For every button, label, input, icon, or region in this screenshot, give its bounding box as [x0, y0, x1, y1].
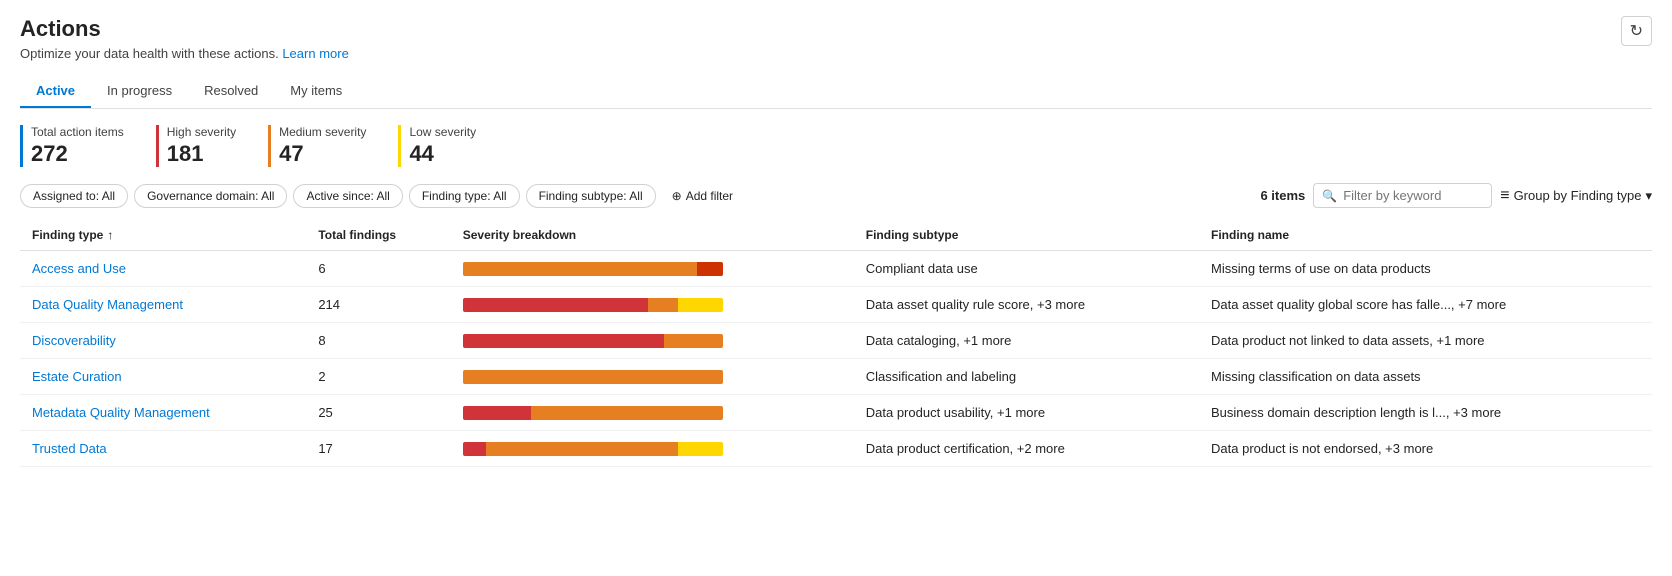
severity-breakdown-cell	[451, 431, 854, 467]
stat-high: High severity 181	[156, 125, 236, 167]
refresh-icon: ↻	[1630, 23, 1643, 40]
total-findings-cell: 8	[306, 323, 450, 359]
total-findings-cell: 214	[306, 287, 450, 323]
chevron-down-icon: ▾	[1645, 188, 1652, 204]
stat-high-label: High severity	[167, 125, 236, 139]
finding-subtype-cell: Data asset quality rule score, +3 more	[854, 287, 1199, 323]
severity-breakdown-cell	[451, 287, 854, 323]
table-row: Estate Curation2 Classification and label…	[20, 359, 1652, 395]
page-title: Actions	[20, 16, 1652, 42]
finding-name-cell: Missing terms of use on data products	[1199, 251, 1652, 287]
table-row: Data Quality Management214 Data asset qua…	[20, 287, 1652, 323]
table-row: Trusted Data17 Data product certification…	[20, 431, 1652, 467]
col-finding-subtype: Finding subtype	[854, 220, 1199, 251]
tab-active[interactable]: Active	[20, 75, 91, 108]
stat-low: Low severity 44	[398, 125, 476, 167]
filter-assigned[interactable]: Assigned to: All	[20, 184, 128, 208]
filter-active-since[interactable]: Active since: All	[293, 184, 402, 208]
finding-name-cell: Missing classification on data assets	[1199, 359, 1652, 395]
group-by-button[interactable]: ≡ Group by Finding type ▾	[1500, 187, 1652, 205]
sort-asc-icon: ↑	[107, 228, 113, 242]
tab-in-progress[interactable]: In progress	[91, 75, 188, 108]
tabs-container: Active In progress Resolved My items	[20, 75, 1652, 109]
severity-breakdown-cell	[451, 395, 854, 431]
severity-breakdown-cell	[451, 359, 854, 395]
finding-subtype-cell: Data product usability, +1 more	[854, 395, 1199, 431]
finding-subtype-cell: Data product certification, +2 more	[854, 431, 1199, 467]
finding-name-cell: Data asset quality global score has fall…	[1199, 287, 1652, 323]
stat-low-label: Low severity	[409, 125, 476, 139]
total-findings-cell: 2	[306, 359, 450, 395]
group-by-icon: ≡	[1500, 187, 1509, 205]
table-header-row: Finding type ↑ Total findings Severity b…	[20, 220, 1652, 251]
add-filter-button[interactable]: ⊕ Add filter	[662, 185, 743, 207]
search-box: 🔍	[1313, 183, 1492, 208]
finding-type-cell[interactable]: Estate Curation	[20, 359, 306, 395]
finding-name-cell: Business domain description length is l.…	[1199, 395, 1652, 431]
total-findings-cell: 17	[306, 431, 450, 467]
finding-subtype-cell: Classification and labeling	[854, 359, 1199, 395]
page-subtitle: Optimize your data health with these act…	[20, 46, 1652, 61]
finding-type-cell[interactable]: Data Quality Management	[20, 287, 306, 323]
finding-type-cell[interactable]: Metadata Quality Management	[20, 395, 306, 431]
stat-total: Total action items 272	[20, 125, 124, 167]
table-row: Discoverability8 Data cataloging, +1 more…	[20, 323, 1652, 359]
tab-my-items[interactable]: My items	[274, 75, 358, 108]
search-input[interactable]	[1343, 188, 1483, 203]
stats-row: Total action items 272 High severity 181…	[20, 125, 1652, 167]
severity-breakdown-cell	[451, 323, 854, 359]
tab-resolved[interactable]: Resolved	[188, 75, 274, 108]
col-finding-name: Finding name	[1199, 220, 1652, 251]
stat-total-value: 272	[31, 141, 124, 167]
add-filter-icon: ⊕	[672, 189, 682, 203]
learn-more-link[interactable]: Learn more	[282, 46, 348, 61]
finding-name-cell: Data product not linked to data assets, …	[1199, 323, 1652, 359]
finding-name-cell: Data product is not endorsed, +3 more	[1199, 431, 1652, 467]
filters-row: Assigned to: All Governance domain: All …	[20, 183, 1652, 208]
col-finding-type: Finding type ↑	[20, 220, 306, 251]
filter-governance[interactable]: Governance domain: All	[134, 184, 287, 208]
col-total-findings: Total findings	[306, 220, 450, 251]
finding-subtype-cell: Compliant data use	[854, 251, 1199, 287]
table-row: Access and Use6 Compliant data useMissing…	[20, 251, 1652, 287]
stat-medium-value: 47	[279, 141, 366, 167]
col-severity-breakdown: Severity breakdown	[451, 220, 854, 251]
add-filter-label: Add filter	[686, 189, 733, 203]
finding-subtype-cell: Data cataloging, +1 more	[854, 323, 1199, 359]
items-count: 6 items	[1260, 188, 1305, 203]
findings-table: Finding type ↑ Total findings Severity b…	[20, 220, 1652, 467]
toolbar-right: 6 items 🔍 ≡ Group by Finding type ▾	[1260, 183, 1652, 208]
stat-medium: Medium severity 47	[268, 125, 366, 167]
table-row: Metadata Quality Management25 Data produc…	[20, 395, 1652, 431]
filter-finding-type[interactable]: Finding type: All	[409, 184, 520, 208]
refresh-button[interactable]: ↻	[1621, 16, 1652, 46]
filter-finding-subtype[interactable]: Finding subtype: All	[526, 184, 656, 208]
stat-low-value: 44	[409, 141, 476, 167]
finding-type-cell[interactable]: Discoverability	[20, 323, 306, 359]
stat-high-value: 181	[167, 141, 236, 167]
search-icon: 🔍	[1322, 189, 1337, 203]
finding-type-cell[interactable]: Access and Use	[20, 251, 306, 287]
finding-type-cell[interactable]: Trusted Data	[20, 431, 306, 467]
severity-breakdown-cell	[451, 251, 854, 287]
stat-medium-label: Medium severity	[279, 125, 366, 139]
stat-total-label: Total action items	[31, 125, 124, 139]
total-findings-cell: 25	[306, 395, 450, 431]
total-findings-cell: 6	[306, 251, 450, 287]
group-by-label: Group by Finding type	[1514, 188, 1642, 203]
